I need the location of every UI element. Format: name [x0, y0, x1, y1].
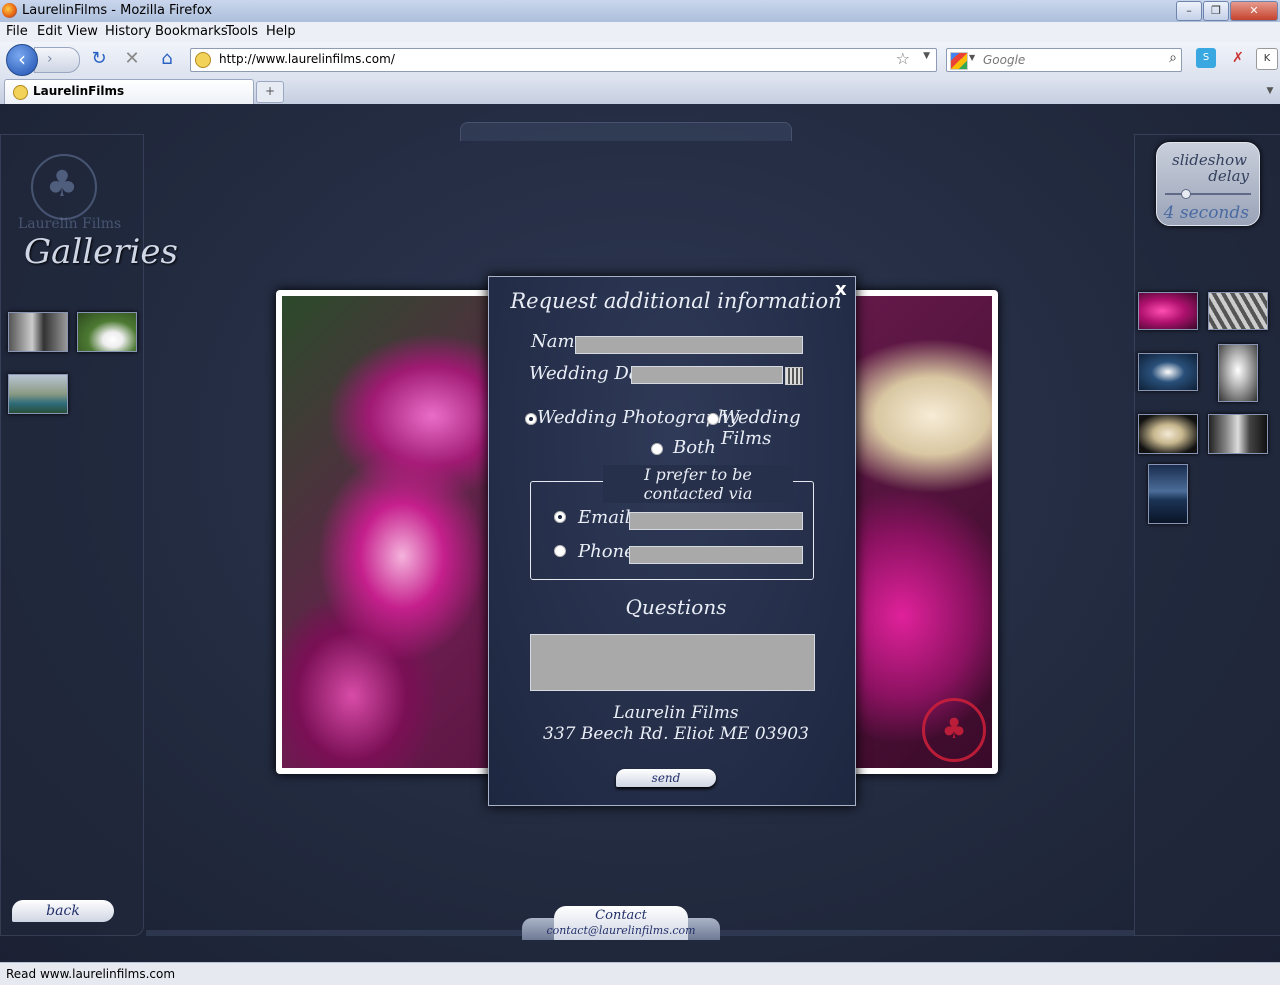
close-modal-button[interactable]: x	[835, 279, 847, 300]
thumb-lace[interactable]	[1208, 292, 1268, 330]
thumb-water[interactable]	[1148, 464, 1188, 524]
contact-label[interactable]: Contact	[522, 908, 720, 923]
contact-tab[interactable]: Contact contact@laurelinfilms.com	[522, 904, 720, 940]
back-button[interactable]: ‹	[6, 44, 38, 76]
tab-list-icon[interactable]: ▼	[1262, 81, 1278, 101]
stop-icon[interactable]: ✕	[121, 48, 143, 70]
close-window-button[interactable]: ✕	[1230, 1, 1278, 21]
request-info-modal: Request additional information x Name We…	[488, 276, 856, 806]
menu-edit[interactable]: Edit	[37, 24, 62, 39]
delay-value: 4 seconds	[1163, 203, 1249, 223]
google-engine-icon[interactable]	[950, 52, 968, 70]
url-bar[interactable]: http://www.laurelinfilms.com/ ☆ ▼	[190, 48, 937, 72]
email-field[interactable]	[629, 512, 803, 530]
thumb-white-flower[interactable]	[1138, 414, 1198, 454]
tab-laurelinfilms[interactable]: LaurelinFilms	[4, 79, 254, 104]
web-page: ♣ Laurelin Films Galleries back slidesho…	[0, 104, 1280, 962]
email-label: Email	[578, 507, 631, 528]
menu-tools[interactable]: Tools	[226, 24, 258, 39]
wedding-films-label: Wedding Films	[721, 407, 801, 449]
search-placeholder: Google	[983, 53, 1026, 67]
addon-x-icon[interactable]: ✗	[1228, 48, 1248, 68]
minimize-button[interactable]: –	[1176, 1, 1202, 21]
site-identity-icon[interactable]	[195, 52, 211, 68]
menu-history[interactable]: History	[105, 24, 151, 39]
slideshow-delay-control[interactable]: slideshow delay 4 seconds	[1156, 142, 1260, 226]
gallery-thumb-couple[interactable]	[8, 312, 68, 352]
menu-bar: File Edit View History Bookmarks Tools H…	[0, 22, 1280, 42]
modal-title: Request additional information	[510, 289, 842, 313]
delay-slider-track[interactable]	[1165, 193, 1251, 195]
top-frame-tab	[460, 122, 792, 141]
delay-slider-knob[interactable]	[1180, 189, 1191, 199]
url-dropdown-icon[interactable]: ▼	[923, 51, 930, 61]
logo-text: Laurelin Films	[18, 216, 122, 232]
menu-bookmarks[interactable]: Bookmarks	[155, 24, 228, 39]
contact-email[interactable]: contact@laurelinfilms.com	[522, 924, 720, 937]
radio-email[interactable]	[554, 511, 566, 523]
status-text: Read www.laurelinfilms.com	[6, 967, 176, 981]
calendar-icon[interactable]	[785, 367, 803, 385]
back-link-button[interactable]: back	[12, 900, 114, 922]
bookmark-star-icon[interactable]: ☆	[896, 49, 910, 68]
questions-label: Questions	[625, 595, 727, 619]
menu-file[interactable]: File	[6, 24, 28, 39]
thumb-bw-couple[interactable]	[1208, 414, 1268, 454]
search-icon[interactable]: ⌕	[1169, 50, 1177, 66]
engine-dropdown-icon[interactable]: ▼	[969, 53, 975, 62]
url-text[interactable]: http://www.laurelinfilms.com/	[219, 52, 395, 66]
reload-icon[interactable]: ↻	[88, 48, 110, 70]
new-tab-button[interactable]: +	[256, 81, 284, 103]
questions-textarea[interactable]	[530, 634, 815, 691]
company-address: 337 Beech Rd. Eliot ME 03903	[543, 724, 809, 744]
search-bar[interactable]: ▼ Google ⌕	[946, 48, 1182, 72]
right-sidebar	[1134, 134, 1280, 936]
window-title-bar: LaurelinFilms - Mozilla Firefox – ❐ ✕	[0, 0, 1280, 23]
name-field[interactable]	[575, 336, 803, 354]
forward-button[interactable]: ›	[34, 47, 80, 73]
firefox-logo-icon	[2, 3, 17, 18]
gallery-thumb-bride[interactable]	[77, 312, 137, 352]
thumb-kids[interactable]	[1138, 353, 1198, 391]
addon-k-icon[interactable]: K	[1256, 48, 1278, 70]
wedding-date-field[interactable]	[631, 366, 783, 384]
tab-favicon-icon	[13, 85, 28, 100]
watermark-logo-icon: ♣	[922, 698, 986, 762]
delay-label: delay	[1208, 167, 1249, 185]
window-title: LaurelinFilms - Mozilla Firefox	[22, 3, 213, 18]
tab-label: LaurelinFilms	[33, 84, 125, 98]
menu-view[interactable]: View	[67, 24, 98, 39]
send-button[interactable]: send	[616, 769, 716, 787]
menu-help[interactable]: Help	[266, 24, 296, 39]
contact-preference-legend: I prefer to be contacted via	[603, 465, 793, 503]
radio-wedding-photography[interactable]	[525, 413, 537, 425]
skype-addon-icon[interactable]: S	[1196, 48, 1216, 68]
radio-wedding-films[interactable]	[707, 413, 719, 425]
status-bar: Read www.laurelinfilms.com	[0, 962, 1280, 985]
thumb-dress[interactable]	[1218, 344, 1258, 402]
both-label: Both	[673, 437, 716, 458]
laurelin-logo-icon: ♣	[31, 154, 97, 220]
home-icon[interactable]: ⌂	[156, 48, 178, 70]
company-name: Laurelin Films	[613, 703, 739, 723]
phone-label: Phone	[578, 541, 635, 562]
radio-phone[interactable]	[554, 545, 566, 557]
phone-field[interactable]	[629, 546, 803, 564]
galleries-heading: Galleries	[24, 232, 178, 272]
maximize-button[interactable]: ❐	[1203, 1, 1229, 21]
wedding-date-label: Wedding Da	[529, 363, 640, 384]
thumb-flower-pink[interactable]	[1138, 292, 1198, 330]
radio-both[interactable]	[651, 443, 663, 455]
tree-icon: ♣	[45, 164, 79, 205]
gallery-thumb-landscape[interactable]	[8, 374, 68, 414]
